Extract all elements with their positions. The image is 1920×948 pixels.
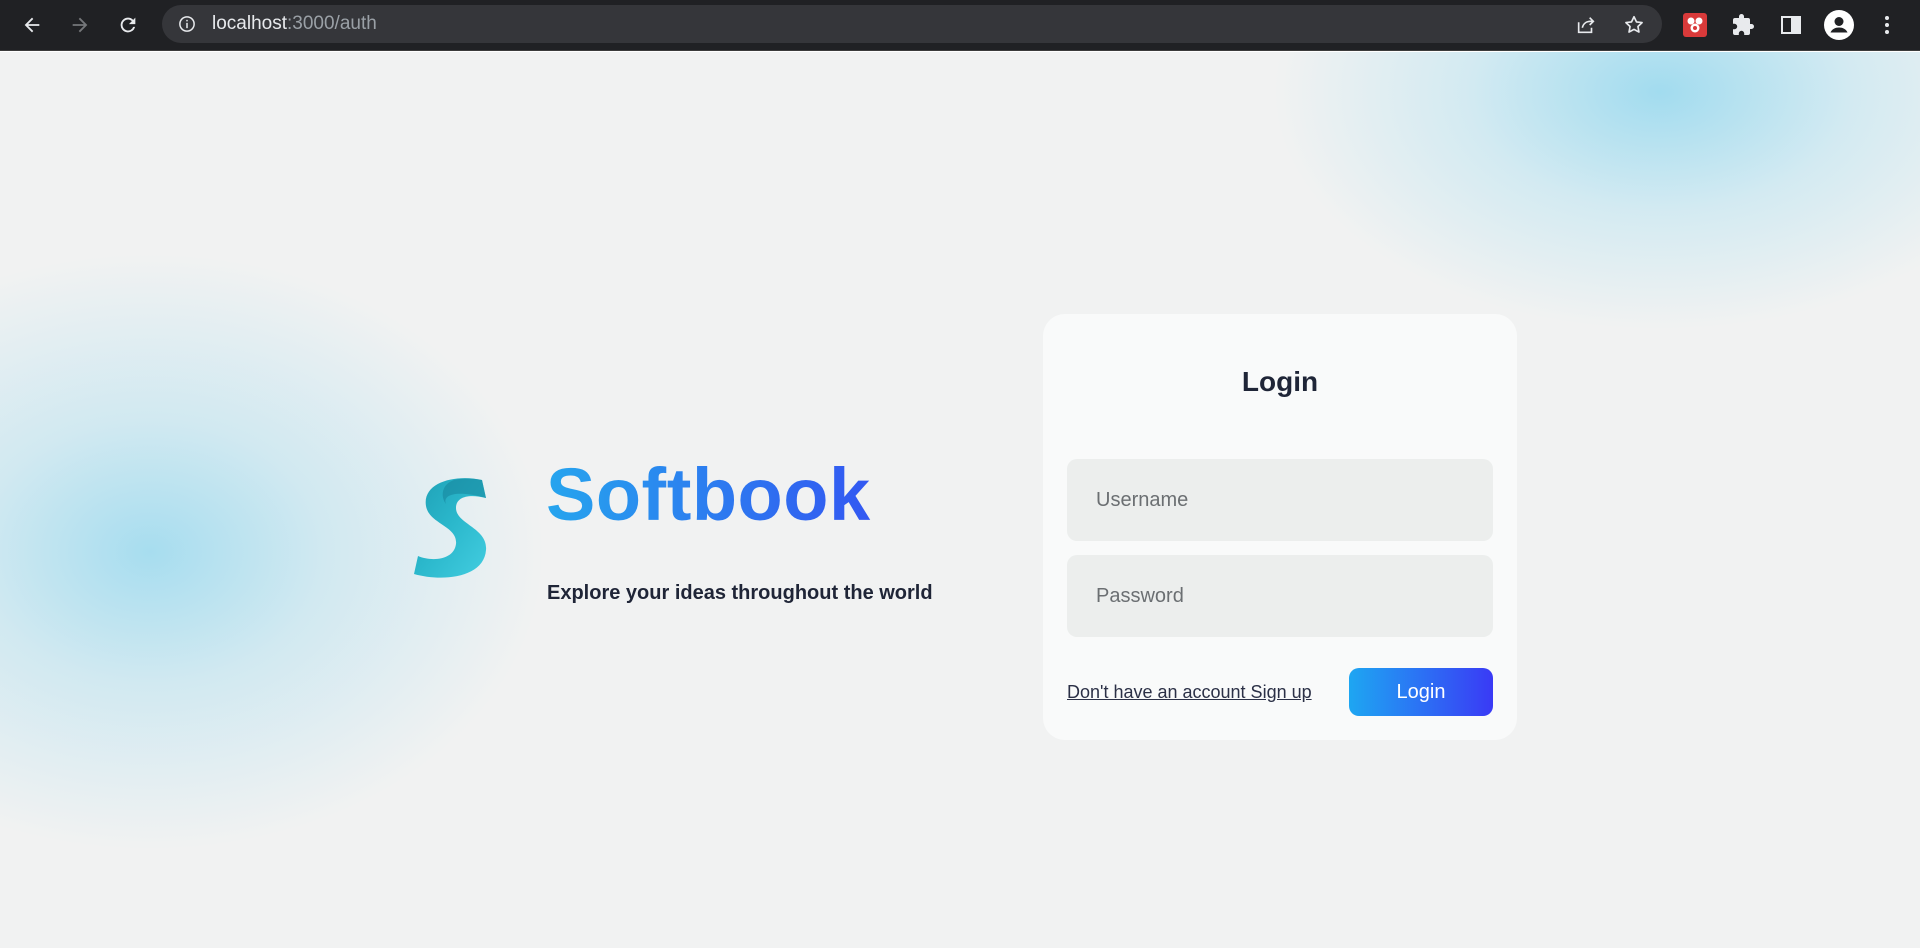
kebab-menu-icon <box>1885 16 1889 34</box>
browser-toolbar: localhost:3000/auth <box>0 0 1920 51</box>
menu-button[interactable] <box>1872 10 1902 40</box>
signup-link[interactable]: Don't have an account Sign up <box>1067 682 1312 703</box>
username-input[interactable] <box>1067 459 1493 541</box>
forward-arrow-icon <box>72 17 88 33</box>
star-icon <box>1625 15 1643 33</box>
url-text[interactable]: localhost:3000/auth <box>212 14 377 34</box>
extensions-button[interactable] <box>1728 10 1758 40</box>
login-card: Login Don't have an account Sign up Logi… <box>1043 314 1517 740</box>
brand-title: Softbook <box>546 450 871 540</box>
login-title: Login <box>1241 366 1319 397</box>
info-icon[interactable] <box>178 15 196 33</box>
softbook-logo-icon <box>414 478 487 578</box>
extension-app-button[interactable] <box>1680 10 1710 40</box>
share-button[interactable] <box>1575 14 1597 36</box>
bookmark-button[interactable] <box>1623 14 1645 36</box>
forward-button[interactable] <box>63 8 97 42</box>
side-panel-button[interactable] <box>1776 10 1806 40</box>
profile-button[interactable] <box>1824 10 1854 40</box>
login-button[interactable]: Login <box>1349 668 1493 716</box>
brand-tagline: Explore your ideas throughout the world <box>547 582 933 604</box>
back-arrow-icon <box>24 17 40 33</box>
side-panel-icon <box>1781 16 1801 34</box>
auth-page: Softbook Explore your ideas throughout t… <box>0 52 1920 948</box>
reload-icon <box>120 17 136 33</box>
profile-icon <box>1824 10 1854 40</box>
url-host: localhost <box>212 13 287 34</box>
password-input[interactable] <box>1067 555 1493 637</box>
extension-app-icon <box>1683 13 1707 37</box>
back-button[interactable] <box>15 8 49 42</box>
reload-button[interactable] <box>111 8 145 42</box>
puzzle-icon <box>1733 14 1754 35</box>
url-path: :3000/auth <box>287 13 377 34</box>
address-bar[interactable]: localhost:3000/auth <box>162 5 1662 43</box>
background-glow-right <box>1270 52 1920 332</box>
share-icon <box>1577 17 1595 34</box>
